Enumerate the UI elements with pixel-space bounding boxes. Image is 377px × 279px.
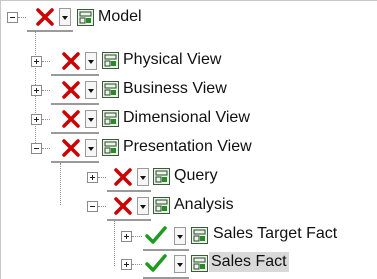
folder-view-icon [102,139,119,156]
tree-connector [18,17,26,18]
x-icon[interactable] [61,109,81,129]
tree-node-label[interactable]: Sales Target Fact [211,224,339,244]
tree-node-label[interactable]: Query [172,166,220,186]
permission-underline [107,190,151,192]
expand-collapse-physical-view[interactable] [31,56,42,67]
folder-view-icon [102,81,119,98]
tree-connector [60,163,61,205]
expand-collapse-analysis[interactable] [87,201,98,212]
tree-connector [114,221,115,266]
permission-underline [51,161,99,163]
x-icon[interactable] [61,80,81,100]
permission-underline [51,74,99,76]
expand-collapse-presentation-view[interactable] [31,143,42,154]
permission-dropdown-button[interactable] [85,139,97,157]
x-icon[interactable] [61,138,81,158]
x-icon[interactable] [35,7,55,27]
permission-dropdown-button[interactable] [174,227,186,245]
folder-view-icon [153,197,170,214]
folder-view-icon [191,227,208,244]
permission-dropdown-button[interactable] [174,255,186,273]
expand-collapse-business-view[interactable] [31,85,42,96]
expand-collapse-model[interactable] [7,12,18,23]
permission-underline [143,249,189,251]
tree-connector [98,177,106,178]
expand-collapse-query[interactable] [87,172,98,183]
tree-node-label[interactable]: Dimensional View [121,108,252,128]
folder-view-icon [102,110,119,127]
folder-view-icon [191,255,208,272]
x-icon[interactable] [113,167,133,187]
expand-collapse-sales-target-fact[interactable] [121,231,132,242]
permission-dropdown-button[interactable] [59,8,71,26]
tree-connector [132,264,142,265]
x-icon[interactable] [113,196,133,216]
permission-dropdown-button[interactable] [85,81,97,99]
tree-connector [42,61,50,62]
permission-dropdown-button[interactable] [85,110,97,128]
tree-connector [42,90,50,91]
permission-underline [27,30,73,32]
permission-dropdown-button[interactable] [137,168,149,186]
folder-view-icon [102,52,119,69]
expand-collapse-sales-fact[interactable] [121,259,132,270]
model-tree: Model Physical View Business View Dimens… [0,0,377,279]
expand-collapse-dimensional-view[interactable] [31,114,42,125]
tree-node-label[interactable]: Physical View [121,50,223,70]
x-icon[interactable] [61,51,81,71]
tree-connector [98,206,106,207]
tree-node-label[interactable]: Model [96,7,144,27]
permission-dropdown-button[interactable] [85,52,97,70]
permission-underline [51,132,99,134]
tree-node-label-selected[interactable]: Sales Fact [209,252,289,272]
tree-node-label[interactable]: Presentation View [121,137,254,157]
tree-connector [42,119,50,120]
tree-connector [42,148,50,149]
permission-dropdown-button[interactable] [137,197,149,215]
folder-view-icon [153,168,170,185]
model-node-icon [77,9,94,26]
check-icon[interactable] [145,225,167,245]
tree-node-label[interactable]: Business View [121,79,229,99]
permission-underline [51,103,99,105]
check-icon[interactable] [145,253,167,273]
tree-connector [132,236,142,237]
tree-node-label[interactable]: Analysis [172,195,236,215]
